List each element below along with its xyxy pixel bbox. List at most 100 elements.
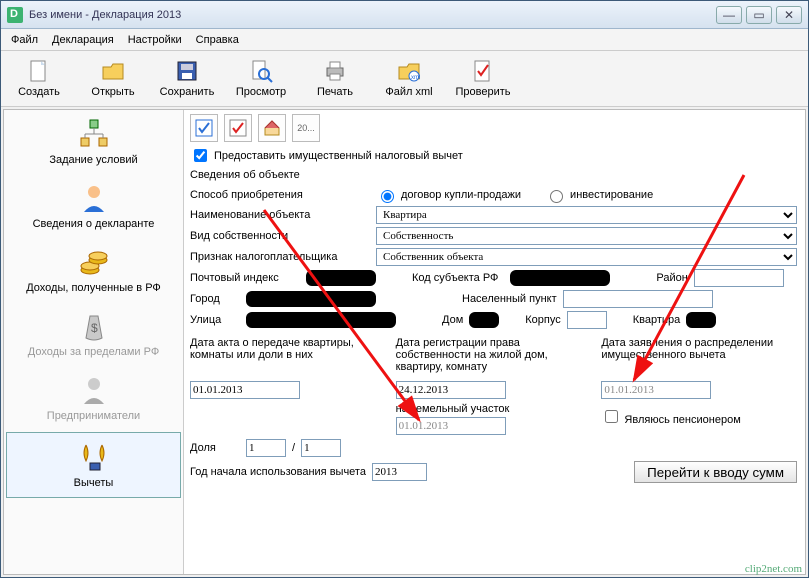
sub-toolbar: 20... xyxy=(190,114,797,142)
date-act-input[interactable] xyxy=(190,381,300,399)
radio-contract[interactable]: договор купли-продажи xyxy=(376,187,521,203)
folder-open-icon xyxy=(101,59,125,83)
radio-invest[interactable]: инвестирование xyxy=(545,187,653,203)
share-label: Доля xyxy=(190,442,240,454)
city-redacted xyxy=(246,291,376,307)
close-button[interactable]: ✕ xyxy=(776,6,802,24)
minimize-button[interactable]: — xyxy=(716,6,742,24)
share-num-input[interactable] xyxy=(246,439,286,457)
tree-icon xyxy=(78,118,110,150)
grant-deduction-checkbox[interactable] xyxy=(194,149,207,162)
maximize-button[interactable]: ▭ xyxy=(746,6,772,24)
printer-icon xyxy=(323,59,347,83)
subtab-house[interactable] xyxy=(258,114,286,142)
xml-icon: xml xyxy=(397,59,421,83)
sidebar: Задание условий Сведения о декларанте До… xyxy=(4,110,184,574)
check-doc-icon xyxy=(471,59,495,83)
window-controls: — ▭ ✕ xyxy=(716,6,802,24)
sidebar-label: Вычеты xyxy=(74,477,114,489)
sidebar-label: Задание условий xyxy=(49,154,137,166)
year-start-input[interactable] xyxy=(372,463,427,481)
flat-label: Квартира xyxy=(633,314,681,326)
menu-declaration[interactable]: Декларация xyxy=(52,34,114,46)
preview-button[interactable]: Просмотр xyxy=(233,59,289,98)
sidebar-item-income-foreign: $ Доходы за пределами РФ xyxy=(4,302,183,366)
share-den-input[interactable] xyxy=(301,439,341,457)
magnifier-doc-icon xyxy=(249,59,273,83)
acq-method-label: Способ приобретения xyxy=(190,189,370,201)
twenty-label: 20... xyxy=(297,123,315,133)
date-land-input[interactable] xyxy=(396,417,506,435)
watermark: clip2net.com xyxy=(745,563,802,575)
sidebar-item-income-rf[interactable]: Доходы, полученные в РФ xyxy=(4,238,183,302)
sidebar-item-conditions[interactable]: Задание условий xyxy=(4,110,183,174)
obj-name-select[interactable]: Квартира xyxy=(376,206,797,224)
postal-label: Почтовый индекс xyxy=(190,272,300,284)
date-reg-input[interactable] xyxy=(396,381,506,399)
city-label: Город xyxy=(190,293,240,305)
date-appl-label: Дата заявления о распределении имуществе… xyxy=(601,337,797,379)
checklist-icon xyxy=(195,119,213,137)
app-window: Без имени - Декларация 2013 — ▭ ✕ Файл Д… xyxy=(0,0,809,578)
deductions-icon xyxy=(78,441,110,473)
person-icon xyxy=(78,182,110,214)
menubar: Файл Декларация Настройки Справка xyxy=(1,29,808,51)
street-label: Улица xyxy=(190,314,240,326)
print-button[interactable]: Печать xyxy=(307,59,363,98)
ownership-select[interactable]: Собственность xyxy=(376,227,797,245)
pensioner-check[interactable]: Являюсь пенсионером xyxy=(601,414,740,426)
create-button[interactable]: Создать xyxy=(11,59,67,98)
subject-redacted xyxy=(510,270,610,286)
redcheck-icon xyxy=(229,119,247,137)
titlebar: Без имени - Декларация 2013 — ▭ ✕ xyxy=(1,1,808,29)
subject-code-label: Код субъекта РФ xyxy=(412,272,498,284)
xml-button[interactable]: xml Файл xml xyxy=(381,59,437,98)
sidebar-item-declarant[interactable]: Сведения о декларанте xyxy=(4,174,183,238)
sidebar-label: Доходы за пределами РФ xyxy=(28,346,159,358)
settlement-input[interactable] xyxy=(563,290,713,308)
subtab-checklist[interactable] xyxy=(190,114,218,142)
building-input[interactable] xyxy=(567,311,607,329)
postal-redacted xyxy=(306,270,376,286)
sidebar-label: Предприниматели xyxy=(47,410,140,422)
house-redacted xyxy=(469,312,499,328)
sidebar-label: Сведения о декларанте xyxy=(33,218,155,230)
year-start-label: Год начала использования вычета xyxy=(190,466,366,478)
street-redacted xyxy=(246,312,396,328)
building-label: Корпус xyxy=(525,314,560,326)
floppy-icon xyxy=(175,59,199,83)
window-title: Без имени - Декларация 2013 xyxy=(29,9,181,21)
flat-redacted xyxy=(686,312,716,328)
date-reg-label: Дата регистрации права собственности на … xyxy=(396,337,592,379)
district-input[interactable] xyxy=(694,269,784,287)
section-title: Сведения об объекте xyxy=(190,169,797,181)
house-icon xyxy=(263,119,281,137)
settlement-label: Населенный пункт xyxy=(462,293,557,305)
goto-sums-button[interactable]: Перейти к вводу сумм xyxy=(634,461,797,483)
main-toolbar: Создать Открыть Сохранить Просмотр Печат… xyxy=(1,51,808,107)
house-label: Дом xyxy=(442,314,463,326)
taxpayer-label: Признак налогоплательщика xyxy=(190,251,370,263)
check-button[interactable]: Проверить xyxy=(455,59,511,98)
sidebar-item-entrepreneurs: Предприниматели xyxy=(4,366,183,430)
new-doc-icon xyxy=(27,59,51,83)
body-area: Задание условий Сведения о декларанте До… xyxy=(3,109,806,575)
taxpayer-select[interactable]: Собственник объекта xyxy=(376,248,797,266)
obj-name-label: Наименование объекта xyxy=(190,209,370,221)
district-label: Район xyxy=(656,272,687,284)
land-sub-label: на земельный участок xyxy=(396,403,592,415)
sidebar-item-deductions[interactable]: Вычеты xyxy=(6,432,181,498)
subtab-twenty[interactable]: 20... xyxy=(292,114,320,142)
sidebar-label: Доходы, полученные в РФ xyxy=(26,282,161,294)
briefcase-person-icon xyxy=(78,374,110,406)
content-panel: 20... Предоставить имущественный налогов… xyxy=(184,110,805,574)
svg-text:xml: xml xyxy=(411,75,420,81)
date-appl-input[interactable] xyxy=(601,381,711,399)
menu-help[interactable]: Справка xyxy=(196,34,239,46)
save-button[interactable]: Сохранить xyxy=(159,59,215,98)
menu-file[interactable]: Файл xyxy=(11,34,38,46)
subtab-redcheck[interactable] xyxy=(224,114,252,142)
menu-settings[interactable]: Настройки xyxy=(128,34,182,46)
open-button[interactable]: Открыть xyxy=(85,59,141,98)
svg-text:$: $ xyxy=(91,321,98,335)
